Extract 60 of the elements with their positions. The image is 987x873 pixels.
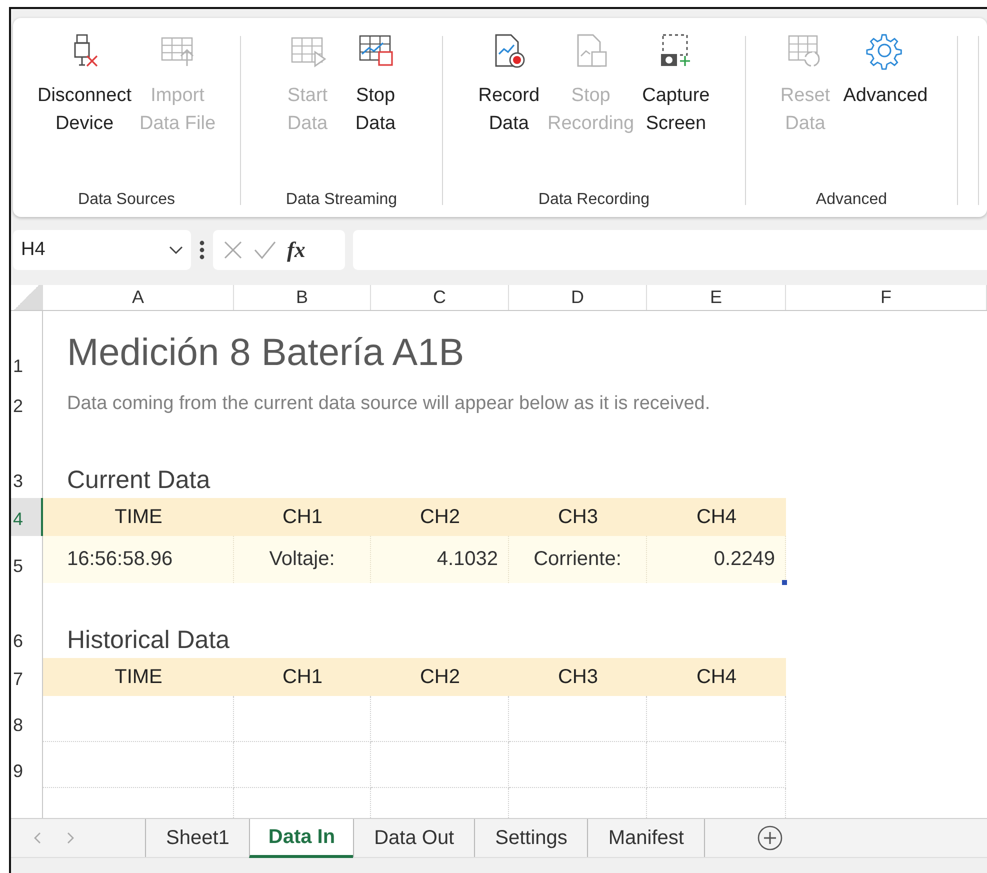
sheet-tab[interactable]: Settings — [474, 819, 588, 857]
add-sheet-icon[interactable] — [756, 825, 783, 851]
dropdown-icon — [169, 245, 183, 255]
scroll-right-icon[interactable] — [67, 832, 75, 844]
settings-icon — [866, 32, 904, 70]
ribbon-button[interactable]: Advanced — [841, 32, 930, 191]
table-cell: Corriente: — [509, 536, 647, 583]
column-heading: CH2 — [371, 658, 509, 696]
ribbon-button[interactable]: Stop Data — [344, 32, 408, 191]
sheet-tab[interactable]: Data In — [249, 819, 354, 858]
column-heading: CH4 — [647, 498, 786, 536]
name-box[interactable]: H4 — [13, 230, 191, 270]
sheet-title: Medición 8 Batería A1B — [66, 331, 466, 376]
column-header[interactable]: D — [509, 285, 647, 310]
cancel-icon[interactable] — [223, 240, 243, 260]
section-heading: Historical Data — [66, 625, 231, 656]
column-heading: CH3 — [509, 498, 647, 536]
row-header[interactable]: 8 — [11, 696, 43, 742]
row-header[interactable]: 5 — [11, 536, 43, 583]
column-heading: CH4 — [647, 658, 786, 696]
table-cell: 4.1032 — [371, 536, 509, 583]
column-heading: CH2 — [371, 498, 509, 536]
sheet-tab[interactable]: Manifest — [587, 819, 704, 857]
sheet-tab[interactable]: Data Out — [353, 819, 474, 857]
column-heading: CH3 — [509, 658, 647, 696]
cell-reference: H4 — [21, 239, 46, 261]
ribbon-button[interactable]: Record Data — [476, 32, 542, 191]
section-heading: Current Data — [66, 465, 212, 496]
group-label: Data Recording — [538, 191, 650, 209]
column-heading: TIME — [43, 658, 234, 696]
group-label: Data Streaming — [286, 191, 398, 209]
resize-handle[interactable] — [782, 580, 787, 585]
row-header[interactable]: 7 — [11, 658, 43, 696]
group-label: Data Sources — [78, 191, 175, 209]
insert-function-button[interactable]: fx — [287, 237, 306, 263]
more-options-icon[interactable] — [199, 240, 205, 260]
group-label: Advanced — [816, 191, 888, 209]
row-header[interactable]: 4 — [11, 498, 43, 536]
scroll-left-icon[interactable] — [33, 832, 41, 844]
table-cell: 16:56:58.96 — [43, 536, 234, 583]
table-cell: 0.2249 — [647, 536, 786, 583]
row-header[interactable]: 9 — [11, 742, 43, 788]
row-header[interactable]: 2 — [11, 383, 43, 423]
row-header[interactable]: 1 — [11, 311, 43, 383]
column-header[interactable]: A — [43, 285, 234, 310]
column-header[interactable]: B — [234, 285, 371, 310]
row-header[interactable]: 6 — [11, 583, 43, 658]
column-header[interactable]: F — [786, 285, 987, 310]
check-icon[interactable] — [253, 240, 277, 260]
select-all-button[interactable] — [11, 285, 43, 310]
column-header[interactable]: C — [371, 285, 509, 310]
ribbon-button[interactable]: Disconnect Device — [35, 32, 134, 191]
row-header[interactable]: 3 — [11, 423, 43, 498]
column-heading: CH1 — [234, 498, 371, 536]
column-heading: TIME — [43, 498, 234, 536]
ribbon-button[interactable]: Capture Screen — [640, 32, 712, 191]
column-header[interactable]: E — [647, 285, 786, 310]
column-heading: CH1 — [234, 658, 371, 696]
table-cell: Voltaje: — [234, 536, 371, 583]
description-text: Data coming from the current data source will appear below as it is received. — [66, 392, 712, 416]
